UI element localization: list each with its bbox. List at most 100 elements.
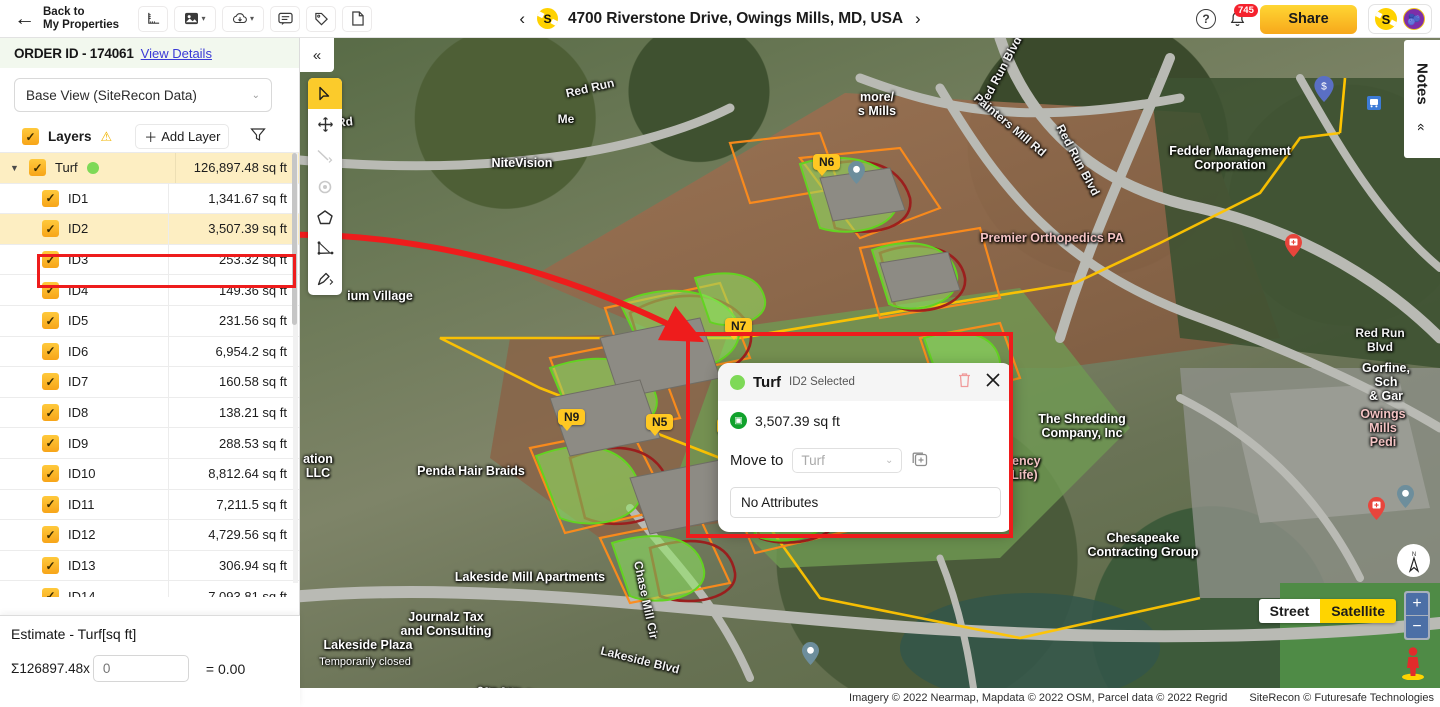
layer-row-checkbox[interactable]: [42, 251, 59, 269]
image-icon[interactable]: ▾: [174, 5, 216, 32]
measure-icon[interactable]: [138, 5, 168, 32]
layers-list[interactable]: ▼ Turf 126,897.48 sq ft ID1 1,341.67 sq f…: [0, 153, 299, 597]
move-to-dropdown[interactable]: Turf ⌄: [792, 448, 903, 473]
notifications-button[interactable]: 745: [1227, 4, 1258, 31]
tag-icon[interactable]: [306, 5, 336, 32]
prev-property-button[interactable]: ‹: [517, 9, 527, 29]
comment-icon[interactable]: [270, 5, 300, 32]
close-icon[interactable]: [985, 372, 1001, 393]
shopping-pin-icon[interactable]: $: [1314, 76, 1334, 102]
layer-row[interactable]: ID14 7,093.81 sq ft: [0, 581, 299, 597]
select-cursor-tool[interactable]: [308, 78, 342, 109]
layer-row[interactable]: ID4 149.36 sq ft: [0, 275, 299, 306]
filter-icon[interactable]: [250, 127, 267, 147]
layer-row[interactable]: ID11 7,211.5 sq ft: [0, 489, 299, 521]
layer-row-checkbox[interactable]: [42, 220, 59, 238]
avatar[interactable]: 🫐: [1403, 8, 1425, 30]
popup-attributes-box[interactable]: No Attributes: [730, 487, 1001, 518]
poi-pin-icon[interactable]: [848, 161, 865, 184]
zoom-out-button[interactable]: −: [1406, 616, 1428, 638]
layer-row-checkbox[interactable]: [42, 495, 59, 513]
layer-row[interactable]: ID5 231.56 sq ft: [0, 305, 299, 337]
view-selector-wrap: Base View (SiteRecon Data) ⌄: [0, 68, 299, 121]
layers-title: Layers: [48, 129, 92, 144]
layer-row[interactable]: ID10 8,812.64 sq ft: [0, 458, 299, 490]
layer-row[interactable]: ID12 4,729.56 sq ft: [0, 520, 299, 551]
layers-scrollbar-thumb[interactable]: [292, 153, 297, 325]
layer-row[interactable]: ID9 288.53 sq ft: [0, 428, 299, 459]
layer-row-checkbox[interactable]: [42, 342, 59, 360]
chevron-down-icon[interactable]: ▼: [10, 163, 20, 173]
view-details-link[interactable]: View Details: [141, 46, 212, 61]
back-to-my-properties-button[interactable]: ← Back to My Properties: [0, 6, 130, 32]
layer-row[interactable]: ID7 160.58 sq ft: [0, 367, 299, 398]
area-measure-tool[interactable]: [308, 233, 342, 264]
basemap-satellite-button[interactable]: Satellite: [1320, 599, 1396, 623]
pan-move-tool[interactable]: [308, 109, 342, 140]
delete-icon[interactable]: [957, 372, 972, 393]
node-pin-label: N9: [558, 409, 586, 425]
layer-row[interactable]: ID8 138.21 sq ft: [0, 397, 299, 429]
layer-row-checkbox[interactable]: [42, 281, 59, 299]
hospital-pin-icon[interactable]: [1368, 497, 1385, 520]
map-node-pin[interactable]: N9: [558, 409, 586, 431]
feature-selection-popup[interactable]: Turf ID2 Selected ▣ 3,507.39 sq ft Move …: [718, 363, 1013, 532]
document-icon[interactable]: [342, 5, 372, 32]
zoom-in-button[interactable]: +: [1406, 593, 1428, 615]
account-box[interactable]: S 🫐: [1368, 4, 1432, 34]
layer-row-checkbox[interactable]: [42, 587, 59, 597]
compass-control[interactable]: N: [1397, 544, 1430, 577]
layer-row[interactable]: ID13 306.94 sq ft: [0, 550, 299, 582]
map-node-pin[interactable]: N5: [646, 414, 674, 436]
layer-row-checkbox[interactable]: [42, 373, 59, 391]
share-button[interactable]: Share: [1260, 4, 1357, 34]
map-node-pin[interactable]: N6: [813, 154, 841, 176]
map-label: Gorfine, Sch & Gar: [1362, 361, 1410, 403]
hospital-pin-icon[interactable]: [1285, 234, 1302, 257]
add-layer-button[interactable]: ＋ Add Layer: [135, 124, 230, 149]
layer-row-checkbox[interactable]: [42, 434, 59, 452]
layer-row-checkbox[interactable]: [42, 465, 59, 483]
layer-row-id: ID1: [68, 190, 89, 206]
duplicate-icon[interactable]: [911, 450, 928, 472]
layer-row-id: ID11: [68, 496, 95, 512]
layer-row-area: 306.94 sq ft: [168, 550, 299, 581]
poi-pin-icon[interactable]: [802, 642, 819, 665]
layer-row[interactable]: ID3 253.32 sq ft: [0, 244, 299, 276]
chevron-collapse-icon[interactable]: «: [1414, 123, 1430, 131]
layer-row-checkbox[interactable]: [42, 189, 59, 207]
cloud-download-icon[interactable]: ▾: [222, 5, 264, 32]
layers-master-checkbox[interactable]: [22, 128, 39, 145]
map-node-pin[interactable]: N7: [725, 318, 753, 340]
workspace-logo-icon[interactable]: S: [1375, 8, 1397, 30]
top-tool-icons: ▾ ▾: [138, 5, 372, 32]
estimate-rate-input[interactable]: [92, 655, 189, 682]
layers-scrollbar-track[interactable]: [292, 153, 298, 583]
layer-row[interactable]: ID2 3,507.39 sq ft: [0, 214, 299, 245]
back-label-line2: My Properties: [43, 18, 120, 31]
transit-icon[interactable]: [1367, 96, 1381, 110]
next-property-button[interactable]: ›: [913, 9, 923, 29]
street-view-pegman[interactable]: [1400, 646, 1426, 685]
collapse-sidebar-button[interactable]: «: [300, 38, 334, 72]
map-label: ium Village: [347, 289, 413, 303]
layer-row-checkbox[interactable]: [42, 404, 59, 422]
map-canvas[interactable]: Red Runow RdMeNiteVisionmore/ s MillsRed…: [300, 38, 1440, 707]
layer-group-turf[interactable]: ▼ Turf 126,897.48 sq ft: [0, 153, 299, 184]
layer-row[interactable]: ID6 6,954.2 sq ft: [0, 336, 299, 368]
layer-row-checkbox[interactable]: [42, 312, 59, 330]
layer-row[interactable]: ID1 1,341.67 sq ft: [0, 183, 299, 215]
poi-pin-icon[interactable]: [1397, 485, 1414, 508]
layer-group-checkbox[interactable]: [29, 159, 46, 177]
layer-row-checkbox[interactable]: [42, 526, 59, 544]
help-icon[interactable]: ?: [1196, 9, 1216, 29]
logo-letter: S: [543, 11, 552, 26]
polygon-tool[interactable]: [308, 202, 342, 233]
edit-pencil-tool[interactable]: [308, 264, 342, 295]
map-label: Red Run Blvd: [1355, 326, 1405, 354]
basemap-street-button[interactable]: Street: [1258, 599, 1321, 623]
view-selector-dropdown[interactable]: Base View (SiteRecon Data) ⌄: [14, 78, 272, 112]
layer-row-checkbox[interactable]: [42, 557, 59, 575]
layer-row-left: ID8: [0, 404, 168, 422]
notes-panel-tab[interactable]: Notes «: [1404, 40, 1440, 158]
